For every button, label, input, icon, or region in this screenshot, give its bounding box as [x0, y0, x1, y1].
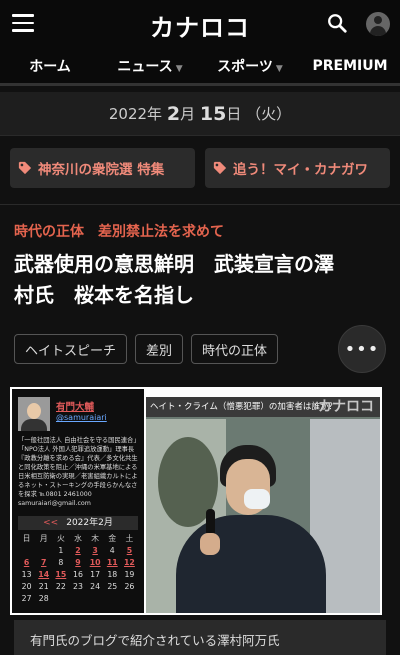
calendar-header: << 2022年2月 [18, 516, 138, 530]
calendar-weekday: 火 [56, 534, 65, 543]
calendar-day: 26 [124, 582, 135, 591]
top-bar: カナロコ [0, 0, 400, 48]
tag-icon [213, 161, 227, 175]
calendar-day: 13 [21, 570, 32, 579]
calendar-day [104, 593, 121, 605]
blog-screenshot: 有門大輔 @samuraiari 「一般社団法人 自由社会を守る国民連合」「NP… [12, 389, 144, 613]
main-nav: ホーム ニュース ▼ スポーツ ▼ PREMIUM [0, 48, 400, 86]
calendar-day: 20 [21, 582, 32, 591]
calendar-day[interactable]: 12 [121, 557, 138, 569]
blog-handle: @samuraiari [56, 413, 107, 422]
calendar-day[interactable]: 7 [35, 557, 52, 569]
tag-jidai-no-shotai[interactable]: 時代の正体 [191, 334, 279, 364]
tag-discrimination[interactable]: 差別 [135, 334, 184, 364]
calendar-day[interactable]: 10 [87, 557, 104, 569]
photo-watermark: カナロコ [318, 399, 374, 415]
calendar-day [121, 593, 138, 605]
calendar-weekday: 土 [125, 534, 134, 543]
calendar-day: 25 [107, 582, 118, 591]
calendar-day[interactable]: 5 [121, 545, 138, 557]
calendar-weekday: 金 [108, 534, 117, 543]
nav-item-news[interactable]: ニュース ▼ [100, 56, 200, 76]
date-day: 15 [199, 102, 227, 125]
chevron-down-icon: ▼ [175, 63, 183, 74]
feature-links: 神奈川の衆院選 特集 追う！マイ・カナガワ [0, 136, 400, 198]
calendar-day[interactable]: 14 [35, 569, 52, 581]
date-bar: 2022 年 2月 15 日 （火） [0, 92, 400, 136]
calendar-weekday: 月 [39, 534, 48, 543]
calendar-day[interactable]: 11 [104, 557, 121, 569]
blog-calendar: << 2022年2月 日月火水木金土 1 2 3 4 5 6 7 8 9 10 11 12 13 14 15 16… [18, 516, 138, 605]
calendar-day [18, 545, 35, 557]
calendar-day [52, 593, 69, 605]
calendar-day[interactable]: 15 [52, 569, 69, 581]
calendar-day [87, 593, 104, 605]
blog-bio: 「一般社団法人 自由社会を守る国民連合」「NPO法人 外国人犯罪追放運動」理事長… [18, 437, 140, 507]
search-icon[interactable] [326, 12, 348, 34]
calendar-day: 27 [21, 594, 32, 603]
tag-hate-speech[interactable]: ヘイトスピーチ [14, 334, 128, 364]
calendar-prev: << [43, 518, 59, 528]
calendar-weekday: 水 [74, 534, 82, 543]
calendar-grid: 日月火水木金土 1 2 3 4 5 6 7 8 9 10 11 12 13 14 15 16 17 18 19 20 21… [18, 533, 138, 605]
avatar [18, 397, 50, 431]
more-options-button[interactable]: ••• [338, 325, 386, 373]
calendar-day[interactable]: 2 [69, 545, 86, 557]
calendar-weekday: 日 [22, 534, 31, 543]
blog-author-name: 有門大輔 [56, 402, 95, 413]
article-headline: 武器使用の意思鮮明 武装宣言の澤 村氏 桜本を名指し [14, 252, 334, 307]
calendar-day: 24 [90, 582, 101, 591]
calendar-day [69, 593, 86, 605]
feature-link-election[interactable]: 神奈川の衆院選 特集 [10, 148, 195, 188]
calendar-day: 16 [73, 570, 83, 579]
date-year: 2022 [108, 104, 148, 123]
nav-item-sports[interactable]: スポーツ ▼ [200, 56, 300, 76]
calendar-day: 1 [58, 546, 64, 555]
article-category[interactable]: 時代の正体 差別禁止法を求めて [0, 205, 400, 241]
nav-item-home[interactable]: ホーム [0, 56, 100, 76]
calendar-day: 4 [109, 546, 115, 555]
calendar-day: 21 [38, 582, 49, 591]
date-month: 2 [166, 102, 181, 125]
image-caption: 有門氏のブログで紹介されている澤村阿万氏 [14, 620, 386, 655]
calendar-day: 19 [124, 570, 135, 579]
rally-photo: ヘイト・クライム（憎悪犯罪）の加害者は誰か？ カナロコ [146, 397, 380, 613]
calendar-day[interactable]: 9 [69, 557, 86, 569]
calendar-day [35, 545, 52, 557]
tag-icon [18, 161, 32, 175]
calendar-day: 23 [73, 582, 83, 591]
calendar-day: 18 [107, 570, 118, 579]
calendar-day: 28 [38, 594, 49, 603]
calendar-day: 17 [90, 570, 101, 579]
nav-item-premium[interactable]: PREMIUM [300, 58, 400, 74]
calendar-day: 22 [55, 582, 66, 591]
account-icon[interactable] [366, 12, 390, 36]
calendar-day[interactable]: 6 [18, 557, 35, 569]
date-weekday: （火） [246, 105, 292, 123]
article-tags: ヘイトスピーチ 差別 時代の正体 ••• [0, 311, 400, 373]
calendar-day: 8 [58, 558, 64, 567]
person-figure [176, 515, 326, 613]
feature-link-my-kanagawa[interactable]: 追う！マイ・カナガワ [205, 148, 390, 188]
calendar-weekday: 木 [91, 534, 100, 543]
chevron-down-icon: ▼ [275, 63, 283, 74]
calendar-day[interactable]: 3 [87, 545, 104, 557]
article-image: 有門大輔 @samuraiari 「一般社団法人 自由社会を守る国民連合」「NP… [10, 387, 382, 615]
